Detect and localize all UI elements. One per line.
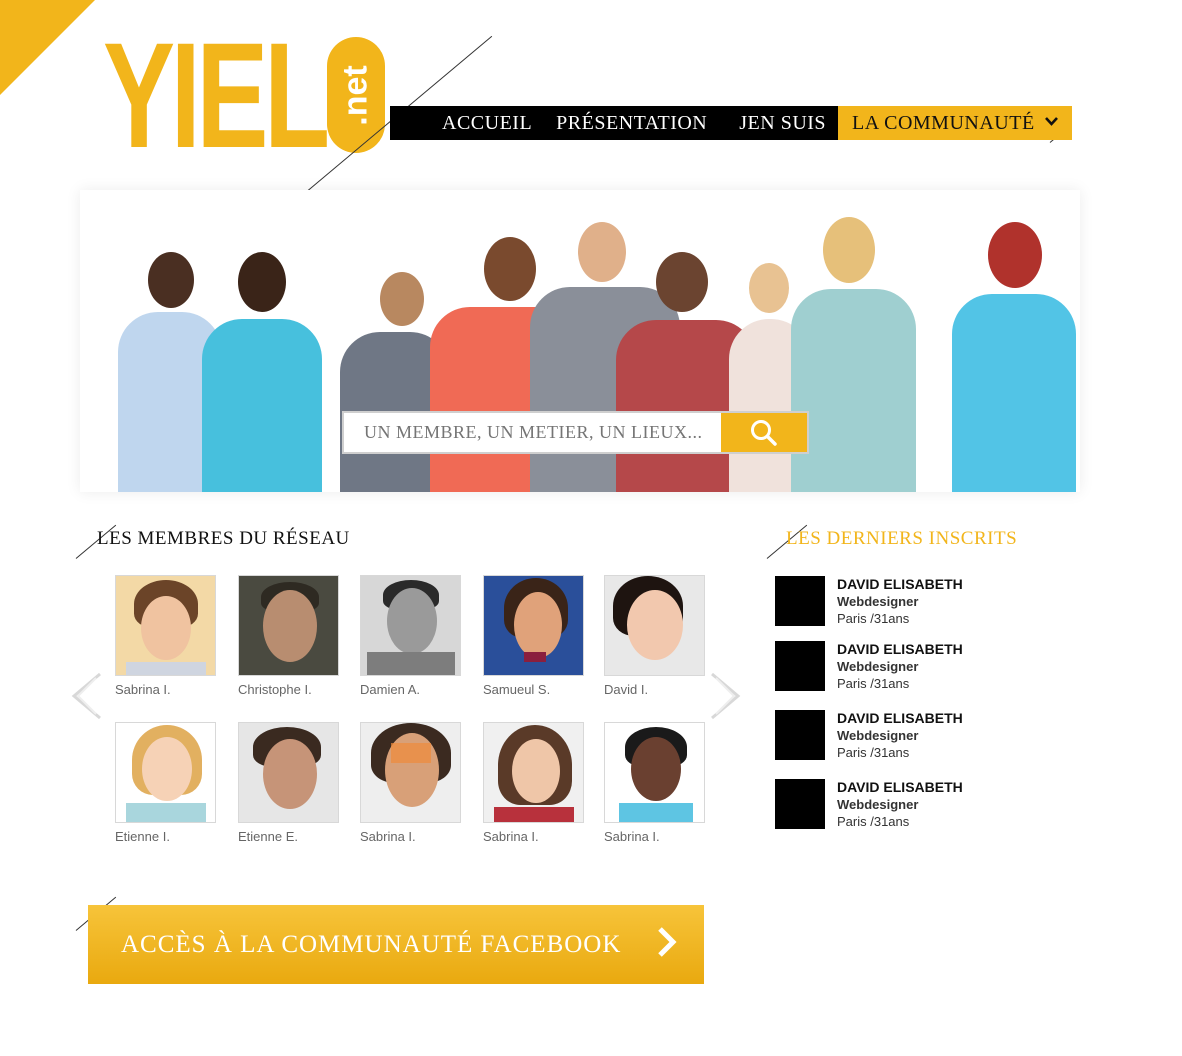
latest-member-location: Paris /31ans [837, 611, 910, 626]
member-photo [483, 575, 584, 676]
nav-accueil[interactable]: ACCUEIL [430, 106, 544, 140]
member-name: Sabrina I. [360, 829, 416, 844]
member-card[interactable]: Sabrina I. [360, 722, 461, 844]
latest-member-avatar [775, 576, 825, 626]
latest-member-name: DAVID ELISABETH [837, 710, 963, 726]
member-photo [115, 722, 216, 823]
member-name: Etienne E. [238, 829, 298, 844]
latest-member-avatar [775, 710, 825, 760]
nav-communaute-label: LA COMMUNAUTÉ [852, 112, 1035, 134]
hero-person-image [948, 212, 1078, 492]
nav-presentation[interactable]: PRÉSENTATION [544, 106, 719, 140]
members-section-title: LES MEMBRES DU RÉSEAU [97, 528, 350, 549]
member-card[interactable]: Sabrina I. [483, 722, 584, 844]
nav-communaute[interactable]: LA COMMUNAUTÉ [838, 106, 1072, 140]
hero-person-image [190, 247, 330, 492]
latest-member-job: Webdesigner [837, 594, 919, 609]
latest-member-name: DAVID ELISABETH [837, 641, 963, 657]
latest-member-location: Paris /31ans [837, 745, 910, 760]
member-card[interactable]: Damien A. [360, 575, 461, 697]
member-card[interactable]: Samueul S. [483, 575, 584, 697]
latest-member-location: Paris /31ans [837, 676, 910, 691]
latest-member-location: Paris /31ans [837, 814, 910, 829]
member-name: Sabrina I. [483, 829, 539, 844]
magnifier-icon [751, 419, 777, 446]
member-name: Etienne I. [115, 829, 170, 844]
nav-jen-suis[interactable]: JEN SUIS [727, 106, 838, 140]
chevron-down-icon [1044, 106, 1058, 140]
member-card[interactable]: David I. [604, 575, 705, 697]
search-input[interactable] [344, 413, 721, 452]
latest-member-avatar [775, 779, 825, 829]
facebook-community-button[interactable]: ACCÈS À LA COMMUNAUTÉ FACEBOOK [88, 905, 704, 984]
member-name: Christophe I. [238, 682, 312, 697]
member-photo [238, 722, 339, 823]
member-name: David I. [604, 682, 649, 697]
main-nav: ACCUEIL PRÉSENTATION JEN SUIS LA COMMUNA… [390, 106, 1072, 140]
facebook-button-label: ACCÈS À LA COMMUNAUTÉ FACEBOOK [121, 930, 622, 958]
latest-member-name: DAVID ELISABETH [837, 779, 963, 795]
search-bar [342, 411, 809, 454]
member-photo [604, 722, 705, 823]
member-card[interactable]: Sabrina I. [115, 575, 216, 697]
member-photo [604, 575, 705, 676]
latest-member-avatar [775, 641, 825, 691]
logo-suffix-text: .net [336, 64, 375, 126]
logo-text: YIEL [103, 11, 330, 179]
latest-member[interactable]: DAVID ELISABETH Webdesigner Paris /31ans [775, 710, 963, 761]
latest-member-name: DAVID ELISABETH [837, 576, 963, 592]
latest-member-job: Webdesigner [837, 728, 919, 743]
carousel-next-button[interactable] [708, 672, 742, 729]
latest-member[interactable]: DAVID ELISABETH Webdesigner Paris /31ans [775, 641, 963, 692]
chevron-right-icon [656, 922, 678, 968]
latest-member[interactable]: DAVID ELISABETH Webdesigner Paris /31ans [775, 779, 963, 830]
member-card[interactable]: Christophe I. [238, 575, 339, 697]
member-card[interactable]: Etienne I. [115, 722, 216, 844]
member-name: Sabrina I. [604, 829, 660, 844]
member-photo [115, 575, 216, 676]
latest-member-job: Webdesigner [837, 797, 919, 812]
latest-member[interactable]: DAVID ELISABETH Webdesigner Paris /31ans [775, 576, 963, 627]
member-name: Damien A. [360, 682, 420, 697]
chevron-left-icon [71, 672, 101, 720]
member-name: Samueul S. [483, 682, 551, 697]
latest-member-job: Webdesigner [837, 659, 919, 674]
member-card[interactable]: Etienne E. [238, 722, 339, 844]
member-name: Sabrina I. [115, 682, 171, 697]
member-photo [483, 722, 584, 823]
latest-section-title: LES DERNIERS INSCRITS [786, 528, 1018, 549]
chevron-right-icon [711, 672, 741, 720]
member-photo [360, 575, 461, 676]
corner-decoration [0, 0, 95, 95]
member-photo [238, 575, 339, 676]
logo-suffix: .net [327, 37, 385, 153]
member-photo [360, 722, 461, 823]
search-button[interactable] [721, 413, 807, 452]
member-card[interactable]: Sabrina I. [604, 722, 705, 844]
carousel-prev-button[interactable] [70, 672, 104, 729]
